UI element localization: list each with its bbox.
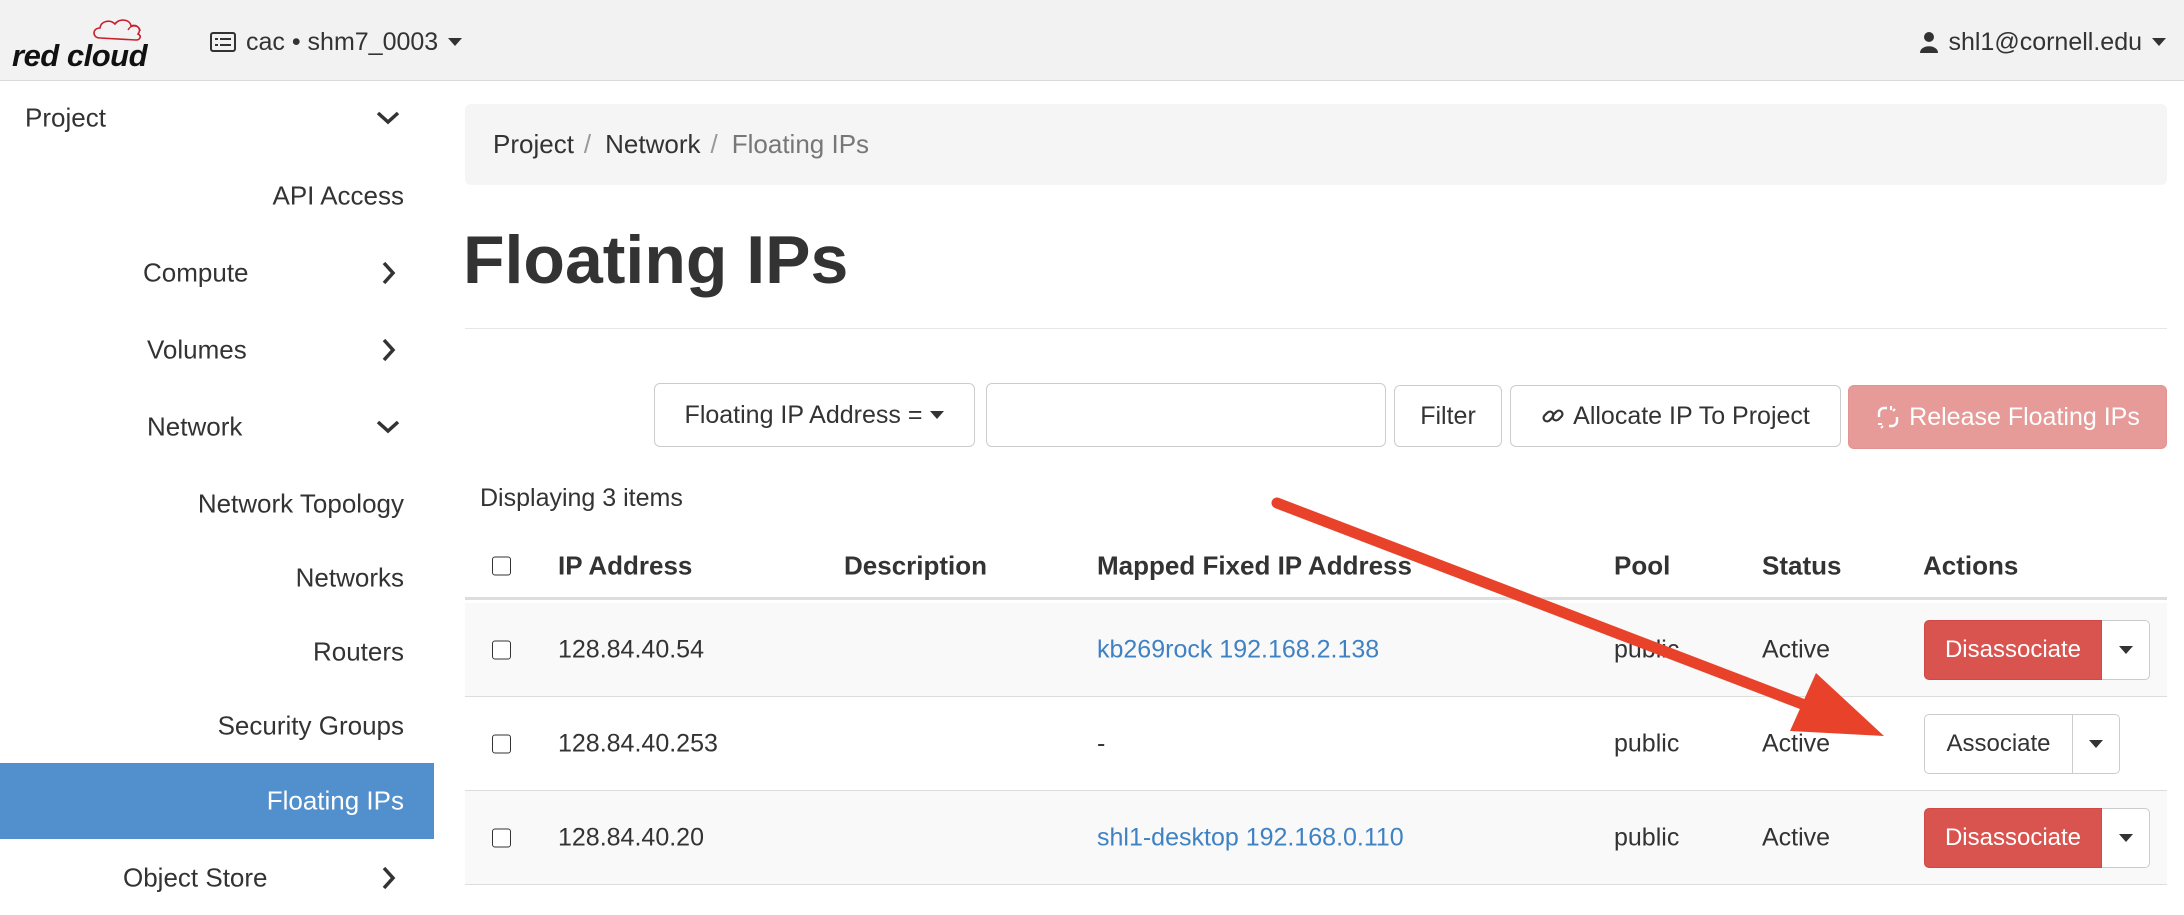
sidebar-item-project[interactable]: Project [0, 81, 434, 155]
breadcrumb-separator: / [710, 129, 718, 159]
release-floating-ips-button-label: Release Floating IPs [1909, 402, 2140, 431]
sidebar-item-object-store[interactable]: Object Store [0, 841, 434, 915]
unlink-icon [1877, 406, 1899, 429]
sidebar-item-label: Security Groups [217, 710, 404, 741]
ip-address-cell: 128.84.40.54 [558, 635, 704, 663]
page-title: Floating IPs [463, 222, 849, 298]
pool-cell: public [1614, 823, 1680, 851]
row-actions-dropdown[interactable] [2102, 619, 2150, 680]
sidebar-item-compute[interactable]: Compute [0, 236, 434, 310]
status-cell: Active [1762, 729, 1831, 757]
sidebar-item-label: Routers [312, 636, 404, 667]
user-menu-label: shl1@cornell.edu [1948, 27, 2142, 56]
disassociate-button[interactable]: Disassociate [1924, 619, 2102, 680]
table-row: 128.84.40.20 shl1-desktop 192.168.0.110 … [465, 791, 2167, 885]
filter-button-label: Filter [1420, 401, 1476, 430]
sidebar-item-label: Floating IPs [266, 785, 404, 816]
row-checkbox[interactable] [492, 640, 511, 659]
column-header-status[interactable]: Status [1762, 550, 1841, 581]
sidebar-item-security-groups[interactable]: Security Groups [0, 689, 434, 763]
column-header-ip-address[interactable]: IP Address [558, 550, 692, 581]
sidebar-item-api-access[interactable]: API Access [0, 159, 434, 233]
sidebar-item-routers[interactable]: Routers [0, 615, 434, 689]
row-actions: Associate [1924, 713, 2120, 774]
caret-down-icon [2118, 833, 2133, 842]
column-header-description[interactable]: Description [844, 550, 987, 581]
link-icon [1542, 409, 1564, 423]
user-icon [1920, 32, 1939, 53]
sidebar-item-label: Volumes [147, 334, 247, 365]
ip-address-cell: 128.84.40.20 [558, 823, 704, 851]
sidebar-item-volumes[interactable]: Volumes [0, 313, 434, 387]
sidebar-item-label: Network Topology [197, 488, 404, 519]
logo-text: red cloud [12, 38, 148, 73]
row-checkbox[interactable] [492, 828, 511, 847]
item-count-text: Displaying 3 items [480, 484, 683, 512]
column-header-actions: Actions [1923, 550, 2019, 580]
filter-field-select-label: Floating IP Address = [684, 400, 923, 429]
breadcrumb-item-current: Floating IPs [731, 129, 870, 159]
sidebar-item-networks[interactable]: Networks [0, 541, 434, 615]
row-checkbox[interactable] [492, 734, 511, 753]
mapped-fixed-ip-cell: - [1097, 729, 1106, 757]
caret-down-icon [2118, 645, 2133, 654]
chevron-down-icon [376, 420, 400, 434]
title-divider [465, 328, 2167, 329]
disassociate-button[interactable]: Disassociate [1924, 807, 2102, 868]
chevron-right-icon [382, 338, 396, 362]
select-all-checkbox[interactable] [492, 556, 511, 575]
row-actions-dropdown[interactable] [2102, 807, 2150, 868]
breadcrumb-item-project[interactable]: Project [493, 129, 574, 160]
pool-cell: public [1614, 635, 1680, 663]
mapped-fixed-ip-link[interactable]: shl1-desktop 192.168.0.110 [1097, 823, 1404, 852]
caret-down-icon [2089, 739, 2103, 748]
breadcrumb-item-network[interactable]: Network [605, 129, 700, 160]
sidebar-item-label: Object Store [123, 862, 268, 893]
ip-address-cell: 128.84.40.253 [558, 729, 718, 757]
sidebar-item-network[interactable]: Network [0, 390, 434, 464]
status-cell: Active [1762, 635, 1831, 663]
sidebar-item-label: Network [147, 411, 243, 442]
caret-down-icon [2152, 38, 2166, 46]
sidebar-item-floating-ips[interactable]: Floating IPs [0, 763, 434, 839]
table-row: 128.84.40.253 - public Active Associate [465, 697, 2167, 791]
chevron-right-icon [382, 261, 396, 285]
mapped-fixed-ip-link[interactable]: kb269rock 192.168.2.138 [1097, 635, 1379, 664]
sidebar-item-label: API Access [272, 180, 405, 211]
caret-down-icon [930, 411, 945, 419]
sidebar-item-network-topology[interactable]: Network Topology [0, 467, 434, 541]
filter-button[interactable]: Filter [1394, 385, 1502, 447]
column-header-pool[interactable]: Pool [1614, 550, 1670, 581]
chevron-right-icon [382, 866, 396, 890]
row-actions-dropdown[interactable] [2073, 713, 2120, 774]
list-icon [210, 32, 236, 52]
chevron-down-icon [376, 111, 400, 125]
breadcrumb: Project / Network / Floating IPs [465, 104, 2167, 185]
allocate-ip-button-label: Allocate IP To Project [1573, 401, 1810, 430]
table-header: IP Address Description Mapped Fixed IP A… [465, 534, 2167, 600]
row-actions: Disassociate [1924, 807, 2150, 868]
user-menu[interactable]: shl1@cornell.edu [1920, 26, 2166, 58]
release-floating-ips-button[interactable]: Release Floating IPs [1848, 385, 2167, 449]
table-row: 128.84.40.54 kb269rock 192.168.2.138 pub… [465, 603, 2167, 697]
project-switcher-label: cac • shm7_0003 [246, 27, 439, 56]
sidebar-item-label: Project [25, 102, 106, 133]
sidebar-item-label: Compute [143, 257, 249, 288]
red-cloud-logo[interactable]: red cloud [12, 16, 162, 74]
associate-button[interactable]: Associate [1924, 713, 2073, 774]
sidebar: Project API Access Compute Volumes Netwo… [0, 81, 434, 910]
row-actions: Disassociate [1924, 619, 2150, 680]
caret-down-icon [448, 38, 463, 46]
breadcrumb-separator: / [583, 129, 592, 159]
project-switcher[interactable]: cac • shm7_0003 [210, 26, 463, 58]
sidebar-item-label: Networks [295, 562, 404, 593]
column-header-mapped-fixed-ip[interactable]: Mapped Fixed IP Address [1097, 550, 1412, 581]
filter-input[interactable] [986, 383, 1386, 447]
pool-cell: public [1614, 729, 1680, 757]
top-navbar: red cloud cac • shm7_0003 shl1@cornell.e… [0, 0, 2184, 81]
filter-field-select[interactable]: Floating IP Address = [654, 383, 975, 447]
status-cell: Active [1762, 823, 1831, 851]
allocate-ip-button[interactable]: Allocate IP To Project [1510, 385, 1841, 447]
